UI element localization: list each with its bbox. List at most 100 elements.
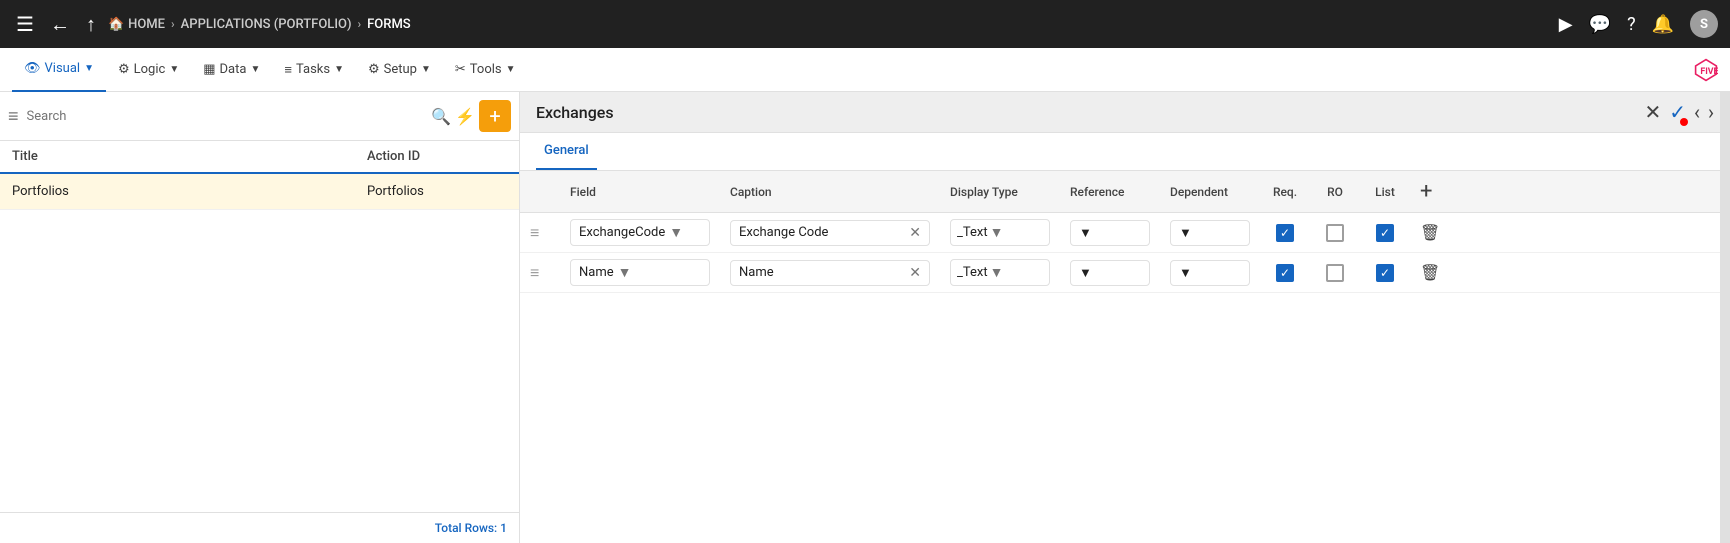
help-icon[interactable]: ? (1627, 14, 1636, 35)
req-cell-1: ✓ (1260, 213, 1310, 253)
search-input[interactable] (27, 109, 428, 124)
dependent-chevron-1: ▼ (1179, 225, 1192, 241)
data-label: Data (220, 62, 247, 77)
tasks-icon: ≡ (284, 62, 292, 78)
delete-row-2-button[interactable]: 🗑 (1420, 263, 1440, 282)
visual-icon: 👁 (24, 61, 41, 76)
ro-checkbox-1[interactable] (1320, 224, 1350, 242)
caption-clear-1[interactable]: ✕ (909, 225, 921, 241)
up-icon[interactable]: ↑ (82, 8, 100, 41)
filter-icon[interactable]: ≡ (8, 106, 19, 127)
displaytype-chevron-2: ▼ (990, 264, 1004, 281)
dependent-select-1[interactable]: ▼ (1170, 220, 1250, 246)
nav-right-actions: ▶ 💬 ? 🔔 S (1559, 10, 1718, 38)
req-checkbox-1[interactable]: ✓ (1270, 224, 1300, 242)
right-panel: Exchanges ✕ ✓ ‹ › General Field Caption … (520, 92, 1730, 543)
visual-label: Visual (45, 61, 81, 76)
list-checkbox-1[interactable]: ✓ (1370, 224, 1400, 242)
second-navigation: 👁 Visual ▼ ⚙ Logic ▼ ▦ Data ▼ ≡ Tasks ▼ … (0, 48, 1730, 92)
list-cell-2: ✓ (1360, 253, 1410, 293)
nav-setup[interactable]: ⚙ Setup ▼ (356, 48, 443, 92)
req-checkbox-2[interactable]: ✓ (1270, 264, 1300, 282)
reference-select-2[interactable]: ▼ (1070, 260, 1150, 286)
breadcrumb-arrow-2: › (358, 17, 362, 31)
back-icon[interactable]: ← (46, 8, 74, 41)
col-displaytype-header: Display Type (940, 171, 1060, 213)
panel-next-button[interactable]: › (1708, 100, 1714, 124)
flash-icon[interactable]: ⚡ (455, 107, 475, 126)
bell-icon[interactable]: 🔔 (1652, 14, 1674, 35)
main-area: ≡ 🔍 ⚡ + Title Action ID Portfolios Portf… (0, 92, 1730, 543)
col-ro-header: RO (1310, 171, 1360, 213)
drag-handle-icon[interactable]: ≡ (530, 223, 539, 242)
nav-logic[interactable]: ⚙ Logic ▼ (106, 48, 191, 92)
nav-tasks[interactable]: ≡ Tasks ▼ (272, 48, 356, 92)
delete-row-1-button[interactable]: 🗑 (1420, 223, 1440, 242)
table-row: ≡ ExchangeCode ▼ Exchange Code ✕ (520, 213, 1730, 253)
setup-dropdown-icon: ▼ (421, 64, 431, 75)
play-icon[interactable]: ▶ (1559, 14, 1573, 35)
table-footer: Total Rows: 1 (0, 512, 519, 543)
ro-checkbox-2[interactable] (1320, 264, 1350, 282)
col-action: Action ID (367, 149, 507, 164)
displaytype-value-2: _Text (957, 265, 988, 280)
home-label: HOME (128, 17, 165, 32)
drag-handle-icon-2[interactable]: ≡ (530, 263, 539, 282)
search-bar: ≡ 🔍 ⚡ + (0, 92, 519, 141)
panel-confirm-button[interactable]: ✓ (1669, 100, 1686, 124)
tab-general[interactable]: General (536, 133, 597, 170)
add-row-button[interactable]: + (1420, 179, 1432, 204)
field-select-1[interactable]: ExchangeCode ▼ (570, 219, 710, 246)
field-chevron-1: ▼ (669, 224, 683, 241)
search-icon[interactable]: 🔍 (431, 107, 451, 126)
setup-icon: ⚙ (368, 62, 380, 77)
caption-clear-2[interactable]: ✕ (909, 265, 921, 281)
ro-unchecked-icon-2 (1326, 264, 1344, 282)
field-select-2[interactable]: Name ▼ (570, 259, 710, 286)
comment-icon[interactable]: 💬 (1589, 14, 1611, 35)
add-button[interactable]: + (479, 100, 511, 132)
row-title: Portfolios (12, 184, 367, 199)
table-row[interactable]: Portfolios Portfolios (0, 174, 519, 210)
menu-icon[interactable]: ☰ (12, 8, 38, 40)
reference-chevron-1: ▼ (1079, 225, 1092, 241)
panel-header: Exchanges ✕ ✓ ‹ › (520, 92, 1730, 133)
caption-input-2[interactable]: Name ✕ (730, 260, 930, 286)
tools-dropdown-icon: ▼ (506, 64, 516, 75)
reference-select-1[interactable]: ▼ (1070, 220, 1150, 246)
nav-visual[interactable]: 👁 Visual ▼ (12, 48, 106, 92)
dependent-select-2[interactable]: ▼ (1170, 260, 1250, 286)
dependent-cell-1: ▼ (1160, 213, 1260, 253)
caption-input-1[interactable]: Exchange Code ✕ (730, 220, 930, 246)
home-link[interactable]: 🏠 HOME (108, 17, 165, 32)
caption-cell-2: Name ✕ (720, 253, 940, 293)
ro-unchecked-icon-1 (1326, 224, 1344, 242)
displaytype-select-1[interactable]: _Text ▼ (950, 219, 1050, 246)
col-req-header: Req. (1260, 171, 1310, 213)
panel-close-button[interactable]: ✕ (1644, 100, 1661, 124)
col-add-header: + (1410, 171, 1730, 213)
reference-chevron-2: ▼ (1079, 265, 1092, 281)
caption-value-1: Exchange Code (739, 225, 828, 240)
nav-tools[interactable]: ✂ Tools ▼ (443, 48, 528, 92)
home-icon: 🏠 (108, 17, 124, 32)
list-checkbox-2[interactable]: ✓ (1370, 264, 1400, 282)
field-cell-2: Name ▼ (560, 253, 720, 293)
breadcrumb-forms: FORMS (367, 17, 411, 32)
right-scrollbar[interactable] (1720, 92, 1730, 543)
col-dependent-header: Dependent (1160, 171, 1260, 213)
visual-dropdown-icon: ▼ (84, 63, 94, 74)
nav-data[interactable]: ▦ Data ▼ (191, 48, 272, 92)
user-avatar[interactable]: S (1690, 10, 1718, 38)
table-header: Title Action ID (0, 141, 519, 174)
req-cell-2: ✓ (1260, 253, 1310, 293)
total-rows-label: Total Rows: (435, 521, 497, 535)
drag-handle-cell-2: ≡ (520, 253, 560, 293)
breadcrumb-applications[interactable]: APPLICATIONS (PORTFOLIO) (181, 17, 352, 32)
table-row: ≡ Name ▼ Name ✕ (520, 253, 1730, 293)
delete-cell-1: 🗑 (1410, 213, 1730, 253)
panel-prev-button[interactable]: ‹ (1694, 100, 1700, 124)
displaytype-select-2[interactable]: _Text ▼ (950, 259, 1050, 286)
ro-cell-1 (1310, 213, 1360, 253)
top-navigation: ☰ ← ↑ 🏠 HOME › APPLICATIONS (PORTFOLIO) … (0, 0, 1730, 48)
